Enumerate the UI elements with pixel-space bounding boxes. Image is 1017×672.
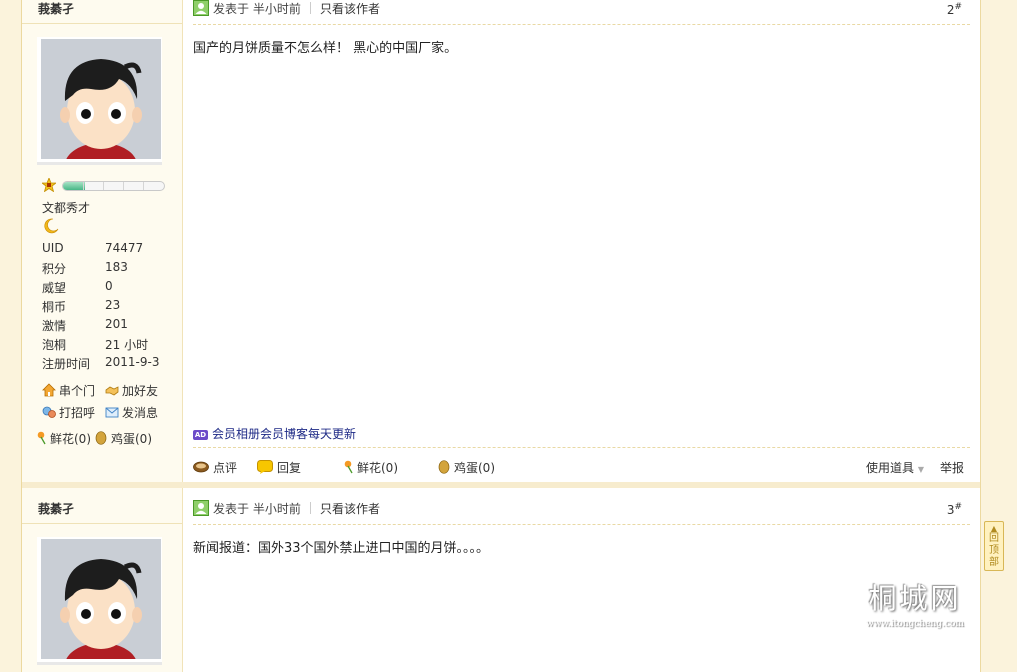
avatar[interactable] xyxy=(37,37,162,165)
flower-icon xyxy=(36,431,48,445)
handshake-icon xyxy=(105,383,119,397)
chevron-down-icon: ▼ xyxy=(917,465,924,474)
watermark-url: www.itongcheng.com xyxy=(866,619,964,629)
coffee-cup-icon xyxy=(193,460,209,474)
ad-link[interactable]: AD 会员相册会员博客每天更新 xyxy=(193,425,356,442)
eggs-button[interactable]: 鸡蛋(0) xyxy=(95,430,152,447)
stat-uid: UID 74477 xyxy=(42,241,144,255)
arrow-up-icon: ▲ xyxy=(990,524,998,533)
rank-progress-fill xyxy=(63,182,86,190)
post-time: 发表于 半小时前 xyxy=(213,2,301,16)
avatar-image xyxy=(41,539,161,659)
report-button[interactable]: 举报 xyxy=(940,459,964,476)
stat-online-time: 泡桐 21 小时 xyxy=(42,338,149,352)
send-flowers-button[interactable]: 鲜花(0) xyxy=(343,459,398,476)
divider xyxy=(22,523,182,524)
ad-badge-icon: AD xyxy=(193,430,208,440)
post-header: 发表于 半小时前 只看该作者 3# xyxy=(193,500,970,525)
floor-number[interactable]: 2# xyxy=(947,2,962,17)
post-time: 发表于 半小时前 xyxy=(213,502,301,516)
post-content: 新闻报道：国外33个国外禁止进口中国的月饼。。。。 xyxy=(193,541,490,556)
flower-icon xyxy=(343,460,355,474)
post-floor-2: 莪綦孑 文都秀才 UID 74477 积分 183 威望 0 桐币 23 激情 … xyxy=(22,0,980,482)
thread-container: 莪綦孑 文都秀才 UID 74477 积分 183 威望 0 桐币 23 激情 … xyxy=(21,0,981,672)
send-message-button[interactable]: 发消息 xyxy=(105,404,158,421)
reply-button[interactable]: 回复 xyxy=(257,459,301,476)
post-main: 发表于 半小时前 只看该作者 2# 国产的月饼质量不怎么样！ 黑心的中国厂家。 … xyxy=(193,0,970,482)
greet-button[interactable]: 打招呼 xyxy=(42,404,95,421)
divider xyxy=(310,2,311,14)
user-online-icon xyxy=(193,500,209,516)
star-rank-icon xyxy=(40,176,58,193)
greet-icon xyxy=(42,405,56,419)
egg-icon xyxy=(438,460,450,474)
stat-passion: 激情 201 xyxy=(42,317,128,333)
site-watermark: 桐城网 www.itongcheng.com xyxy=(855,577,975,629)
comment-button[interactable]: 点评 xyxy=(193,459,237,476)
post-footer: 点评 回复 鲜花(0) 鸡蛋(0) 使用道具 ▼ 举报 xyxy=(193,447,970,482)
use-tools-dropdown[interactable]: 使用道具 ▼ xyxy=(866,459,924,476)
throw-egg-button[interactable]: 鸡蛋(0) xyxy=(438,459,495,476)
egg-icon xyxy=(95,431,107,445)
user-online-icon xyxy=(193,0,209,16)
stat-points: 积分 183 xyxy=(42,260,128,276)
author-name[interactable]: 莪綦孑 xyxy=(38,500,74,517)
author-sidebar: 莪綦孑 xyxy=(22,0,183,482)
add-friend-button[interactable]: 加好友 xyxy=(105,382,158,399)
post-floor-3: 莪綦孑 发表于 半小时前 只看该作者 3# 新闻报道：国外33个国外禁止进口中国… xyxy=(22,488,980,672)
author-sidebar: 莪綦孑 xyxy=(22,488,183,672)
reply-bubble-icon xyxy=(257,460,273,474)
rank-row xyxy=(40,176,167,193)
visit-button[interactable]: 串个门 xyxy=(42,382,95,399)
watermark-title: 桐城网 xyxy=(868,582,962,615)
avatar[interactable] xyxy=(37,537,162,665)
flowers-button[interactable]: 鲜花(0) xyxy=(36,430,91,447)
floor-number[interactable]: 3# xyxy=(947,502,962,517)
back-to-top-button[interactable]: ▲ 回顶部 xyxy=(984,521,1004,571)
home-icon xyxy=(42,383,56,397)
author-name[interactable]: 莪綦孑 xyxy=(38,0,74,17)
back-to-top-label: 回顶部 xyxy=(989,533,999,568)
post-header: 发表于 半小时前 只看该作者 2# xyxy=(193,0,970,25)
envelope-icon xyxy=(105,405,119,419)
only-author-link[interactable]: 只看该作者 xyxy=(320,500,380,517)
moon-icon xyxy=(43,218,59,234)
post-content: 国产的月饼质量不怎么样！ 黑心的中国厂家。 xyxy=(193,41,458,56)
stat-coins: 桐币 23 xyxy=(42,298,121,314)
only-author-link[interactable]: 只看该作者 xyxy=(320,0,380,17)
stat-register-date: 注册时间 2011-9-3 xyxy=(42,355,160,371)
divider xyxy=(310,502,311,514)
rank-title: 文都秀才 xyxy=(42,201,91,215)
rank-progress-bar xyxy=(62,181,165,191)
stat-prestige: 威望 0 xyxy=(42,279,113,295)
avatar-image xyxy=(41,39,161,159)
post-main: 发表于 半小时前 只看该作者 3# 新闻报道：国外33个国外禁止进口中国的月饼。… xyxy=(193,488,970,672)
divider xyxy=(22,23,182,24)
